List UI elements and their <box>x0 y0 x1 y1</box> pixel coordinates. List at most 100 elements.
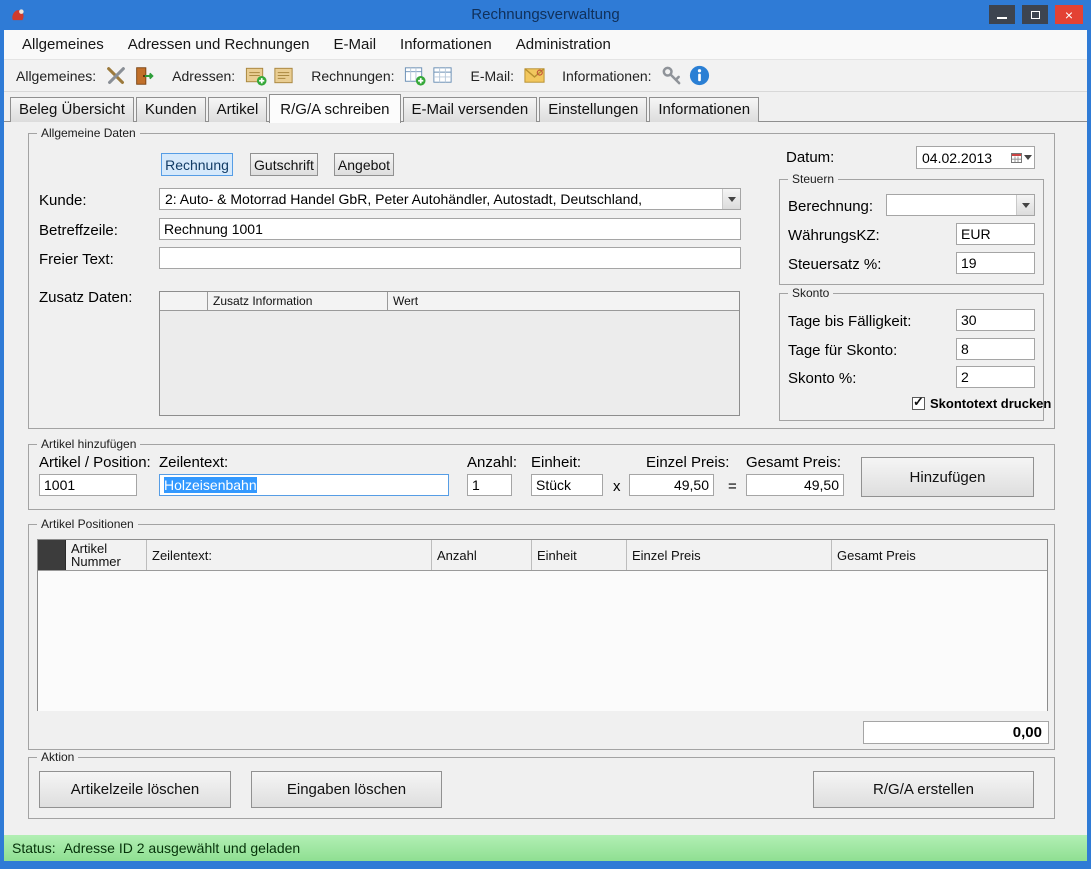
invoice-add-icon[interactable] <box>401 62 429 90</box>
tage-skonto-value: 8 <box>961 341 969 357</box>
info-icon[interactable] <box>686 62 714 90</box>
menu-email[interactable]: E-Mail <box>322 30 389 59</box>
statusbar: Status: Adresse ID 2 ausgewählt und gela… <box>4 835 1087 861</box>
zusatz-daten-label: Zusatz Daten: <box>39 289 132 306</box>
address-add-icon[interactable] <box>241 62 269 90</box>
kunde-selected-value: 2: Auto- & Motorrad Handel GbR, Peter Au… <box>160 191 722 207</box>
minimize-icon <box>997 17 1007 19</box>
artikel-positionen-table[interactable]: Artikel Nummer Zeilentext: Anzahl Einhei… <box>37 539 1048 711</box>
calendar-dropdown-icon[interactable] <box>1008 147 1034 168</box>
tab-beleg-uebersicht[interactable]: Beleg Übersicht <box>10 97 134 122</box>
tage-skonto-label: Tage für Skonto: <box>788 342 897 359</box>
berechnung-select[interactable] <box>886 194 1035 216</box>
minimize-button[interactable] <box>989 5 1015 24</box>
kunde-select[interactable]: 2: Auto- & Motorrad Handel GbR, Peter Au… <box>159 188 741 210</box>
positionen-header-artikel-nummer: Artikel Nummer <box>66 540 147 570</box>
window-title: Rechnungsverwaltung <box>0 6 1091 23</box>
artikel-position-input[interactable]: 1001 <box>39 474 137 496</box>
positionen-header-zeilentext: Zeilentext: <box>147 540 432 570</box>
artikelzeile-loeschen-button[interactable]: Artikelzeile löschen <box>39 771 231 808</box>
tab-kunden[interactable]: Kunden <box>136 97 206 122</box>
positionen-header-gesamt-preis: Gesamt Preis <box>832 540 1047 570</box>
anzahl-input[interactable]: 1 <box>467 474 512 496</box>
eingaben-loeschen-button[interactable]: Eingaben löschen <box>251 771 442 808</box>
groupbox-legend: Artikel Positionen <box>37 517 138 531</box>
gesamt-preis-label: Gesamt Preis: <box>746 454 841 471</box>
maximize-button[interactable] <box>1022 5 1048 24</box>
exit-door-icon[interactable] <box>130 62 158 90</box>
artikel-position-value: 1001 <box>44 477 75 493</box>
tage-skonto-input[interactable]: 8 <box>956 338 1035 360</box>
zusatz-header-selector <box>160 292 208 310</box>
groupbox-legend: Steuern <box>788 172 838 186</box>
positionen-header-anzahl: Anzahl <box>432 540 532 570</box>
equals-sign: = <box>728 478 737 495</box>
zeilentext-input[interactable]: Holzeisenbahn <box>159 474 449 496</box>
menu-allgemeines[interactable]: Allgemeines <box>10 30 116 59</box>
steuersatz-input[interactable]: 19 <box>956 252 1035 274</box>
waehrungskz-input[interactable]: EUR <box>956 223 1035 245</box>
status-label: Status: <box>12 840 56 856</box>
address-card-icon[interactable] <box>269 62 297 90</box>
key-icon[interactable] <box>658 62 686 90</box>
einheit-input[interactable]: Stück <box>531 474 603 496</box>
waehrungskz-value: EUR <box>961 226 991 242</box>
zusatz-table-header: Zusatz Information Wert <box>160 292 739 311</box>
zusatz-header-wert: Wert <box>388 292 739 310</box>
groupbox-steuern: Steuern Berechnung: WährungsKZ: EUR Steu… <box>779 179 1044 285</box>
invoice-table-icon[interactable] <box>429 62 457 90</box>
kunde-label: Kunde: <box>39 192 87 209</box>
tab-einstellungen[interactable]: Einstellungen <box>539 97 647 122</box>
skonto-prozent-input[interactable]: 2 <box>956 366 1035 388</box>
zusatz-header-information: Zusatz Information <box>208 292 388 310</box>
tage-faelligkeit-input[interactable]: 30 <box>956 309 1035 331</box>
menu-administration[interactable]: Administration <box>504 30 623 59</box>
email-stamp-icon[interactable] <box>520 62 548 90</box>
einzel-preis-label: Einzel Preis: <box>646 454 729 471</box>
gesamt-summe-value: 0,00 <box>1013 724 1042 741</box>
berechnung-label: Berechnung: <box>788 198 873 215</box>
freier-text-label: Freier Text: <box>39 251 114 268</box>
menu-informationen[interactable]: Informationen <box>388 30 504 59</box>
gesamt-summe-field: 0,00 <box>863 721 1049 744</box>
steuersatz-label: Steuersatz %: <box>788 256 881 273</box>
tab-informationen[interactable]: Informationen <box>649 97 759 122</box>
skontotext-checkbox[interactable]: Skontotext drucken <box>912 396 1051 411</box>
einheit-value: Stück <box>536 477 571 493</box>
skontotext-label: Skontotext drucken <box>930 396 1051 411</box>
tab-email-versenden[interactable]: E-Mail versenden <box>403 97 538 122</box>
betreffzeile-label: Betreffzeile: <box>39 222 118 239</box>
freier-text-input[interactable] <box>159 247 741 269</box>
rga-erstellen-button[interactable]: R/G/A erstellen <box>813 771 1034 808</box>
tab-rga-schreiben[interactable]: R/G/A schreiben <box>269 94 400 123</box>
chevron-down-icon[interactable] <box>1016 195 1034 215</box>
zeilentext-label: Zeilentext: <box>159 454 228 471</box>
zusatz-daten-table[interactable]: Zusatz Information Wert <box>159 291 740 416</box>
checkbox-checked-icon <box>912 397 925 410</box>
gesamt-preis-input[interactable]: 49,50 <box>746 474 844 496</box>
waehrungskz-label: WährungsKZ: <box>788 227 880 244</box>
chevron-down-icon[interactable] <box>722 189 740 209</box>
titlebar[interactable]: Rechnungsverwaltung <box>0 0 1091 30</box>
tab-artikel[interactable]: Artikel <box>208 97 268 122</box>
hinzufuegen-button[interactable]: Hinzufügen <box>861 457 1034 497</box>
einzel-preis-input[interactable]: 49,50 <box>629 474 714 496</box>
rechnung-button[interactable]: Rechnung <box>161 153 233 176</box>
toolbar: Allgemeines: Adressen: <box>4 60 1087 92</box>
tools-icon[interactable] <box>102 62 130 90</box>
close-button[interactable] <box>1055 5 1083 24</box>
anzahl-label: Anzahl: <box>467 454 517 471</box>
skonto-prozent-value: 2 <box>961 369 969 385</box>
positionen-table-body <box>38 571 1047 711</box>
tage-faelligkeit-label: Tage bis Fälligkeit: <box>788 313 911 330</box>
betreffzeile-input[interactable]: Rechnung 1001 <box>159 218 741 240</box>
gutschrift-button[interactable]: Gutschrift <box>250 153 318 176</box>
angebot-button[interactable]: Angebot <box>334 153 394 176</box>
datum-input[interactable]: 04.02.2013 <box>916 146 1035 169</box>
menu-adressen-und-rechnungen[interactable]: Adressen und Rechnungen <box>116 30 322 59</box>
zeilentext-value: Holzeisenbahn <box>164 477 257 493</box>
positionen-header-selector <box>38 540 66 570</box>
groupbox-legend: Aktion <box>37 750 78 764</box>
anzahl-value: 1 <box>472 477 480 493</box>
groupbox-skonto: Skonto Tage bis Fälligkeit: 30 Tage für … <box>779 293 1044 421</box>
